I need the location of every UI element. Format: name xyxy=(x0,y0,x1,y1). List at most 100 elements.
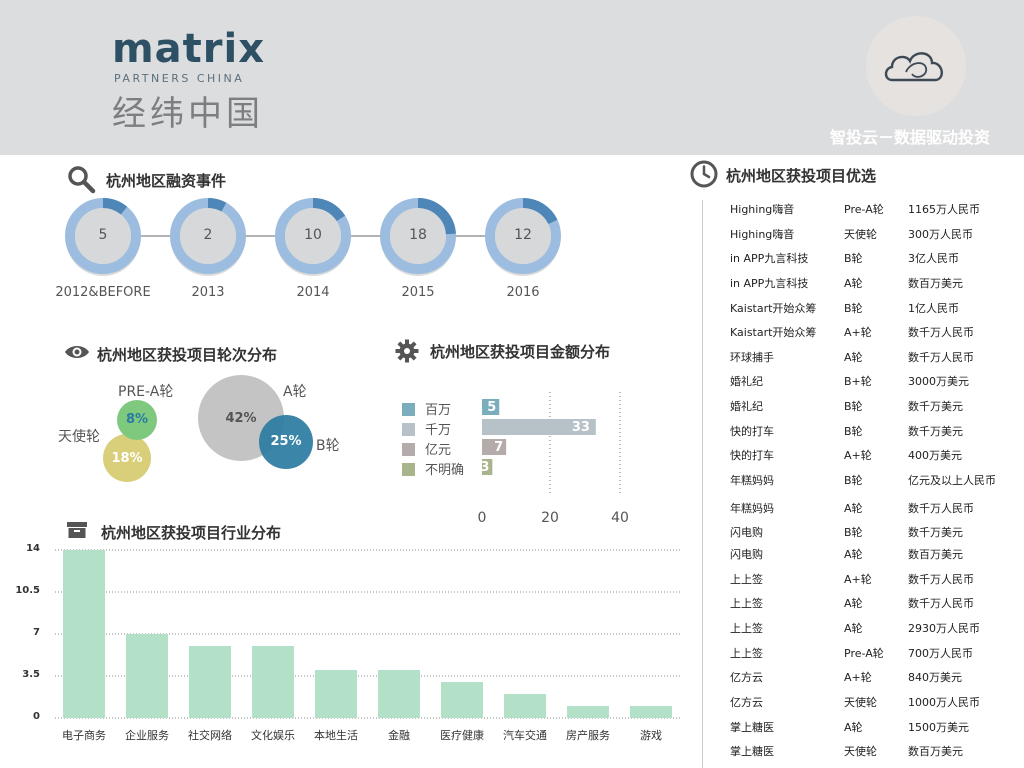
project-amount: 300万人民币 xyxy=(908,228,973,241)
project-row: 上上签 Pre-A轮 700万人民币 xyxy=(730,645,1010,665)
project-amount: 亿元及以上人民币 xyxy=(908,474,996,487)
project-round: A+轮 xyxy=(844,326,872,339)
gear-icon xyxy=(395,339,419,363)
rounds-title: 杭州地区获投项目轮次分布 xyxy=(97,346,278,364)
legend-swatch xyxy=(402,423,415,436)
project-round: A+轮 xyxy=(844,573,872,586)
project-amount: 840万美元 xyxy=(908,671,962,684)
project-row: 年糕妈妈 B轮 亿元及以上人民币 xyxy=(730,472,1010,492)
industry-tick-label: 14 xyxy=(26,543,40,554)
project-round: Pre-A轮 xyxy=(844,647,884,660)
events-title: 杭州地区融资事件 xyxy=(106,172,227,190)
project-name: Kaistart开始众筹 xyxy=(730,326,817,339)
industry-category-label: 汽车交通 xyxy=(503,729,547,742)
round-label-pre-a: PRE-A轮 xyxy=(118,384,174,400)
industry-category-label: 电子商务 xyxy=(62,729,106,742)
amount-value-label: 5 xyxy=(487,400,497,415)
project-name: 快的打车 xyxy=(730,425,774,438)
project-amount: 数千万人民币 xyxy=(908,326,974,339)
industry-bar xyxy=(378,670,420,718)
project-row: 上上签 A+轮 数千万人民币 xyxy=(730,571,1010,591)
industry-tick-label: 0 xyxy=(33,711,40,722)
project-name: 上上签 xyxy=(730,573,763,586)
project-name: 掌上糖医 xyxy=(730,721,774,734)
amount-tick-label: 20 xyxy=(541,510,559,526)
project-name: 婚礼纪 xyxy=(730,375,763,388)
industry-tick-label: 10.5 xyxy=(15,585,40,596)
industry-category-label: 金融 xyxy=(388,729,410,742)
project-amount: 700万人民币 xyxy=(908,647,973,660)
project-row: 掌上糖医 A轮 1500万美元 xyxy=(730,719,1010,739)
project-name: in APP九言科技 xyxy=(730,252,809,265)
project-row: Kaistart开始众筹 A+轮 数千万人民币 xyxy=(730,324,1010,344)
project-round: Pre-A轮 xyxy=(844,203,884,216)
round-pct-a: 42% xyxy=(225,411,257,426)
project-row: 快的打车 A+轮 400万美元 xyxy=(730,447,1010,467)
project-round: A轮 xyxy=(844,351,863,364)
project-round: A轮 xyxy=(844,548,863,561)
project-amount: 数千万美元 xyxy=(908,400,963,413)
industry-bar xyxy=(567,706,609,718)
amount-legend-item: 百万 xyxy=(402,399,451,418)
project-amount: 数千万美元 xyxy=(908,425,963,438)
project-row: in APP九言科技 B轮 3亿人民币 xyxy=(730,250,1010,270)
project-row: 上上签 A轮 2930万人民币 xyxy=(730,620,1010,640)
round-pct-pre-a: 8% xyxy=(125,412,149,427)
event-year-label: 2014 xyxy=(296,285,330,300)
legend-label: 不明确 xyxy=(425,463,465,478)
legend-label: 千万 xyxy=(425,423,452,438)
round-label-angel: 天使轮 xyxy=(58,429,100,445)
event-count: 2 xyxy=(203,227,213,243)
project-row: 掌上糖医 天使轮 数百万美元 xyxy=(730,743,1010,763)
project-amount: 1165万人民币 xyxy=(908,203,980,216)
industry-bar xyxy=(630,706,672,718)
project-name: in APP九言科技 xyxy=(730,277,809,290)
clock-icon xyxy=(690,160,718,188)
project-round: B轮 xyxy=(844,474,863,487)
project-round: A轮 xyxy=(844,502,863,515)
industry-category-label: 文化娱乐 xyxy=(251,729,295,742)
project-row: Kaistart开始众筹 B轮 1亿人民币 xyxy=(730,300,1010,320)
industry-category-label: 游戏 xyxy=(640,729,662,742)
project-name: 亿方云 xyxy=(730,671,763,684)
project-amount: 数百万美元 xyxy=(908,745,963,758)
header: matrix PARTNERS CHINA 经纬中国 智投云－数据驱动投资 xyxy=(0,0,1024,155)
project-name: Kaistart开始众筹 xyxy=(730,302,817,315)
amount-value-label: 3 xyxy=(480,460,490,475)
industry-bar xyxy=(504,694,546,718)
archive-icon xyxy=(67,522,87,538)
legend-label: 亿元 xyxy=(425,443,452,458)
project-row: 亿方云 天使轮 1000万人民币 xyxy=(730,694,1010,714)
project-round: B轮 xyxy=(844,252,863,265)
event-year-label: 2015 xyxy=(401,285,435,300)
project-row: 闪电购 A轮 数百万美元 xyxy=(730,546,1010,566)
amount-legend-item: 不明确 xyxy=(402,459,464,478)
industry-tick-label: 3.5 xyxy=(22,669,40,680)
project-name: 快的打车 xyxy=(730,449,774,462)
logo-main: matrix xyxy=(112,26,266,72)
project-row: 快的打车 B轮 数千万美元 xyxy=(730,423,1010,443)
industry-category-label: 房产服务 xyxy=(566,729,610,742)
project-row: 婚礼纪 B+轮 3000万美元 xyxy=(730,373,1010,393)
project-round: 天使轮 xyxy=(844,745,877,758)
project-row: 上上签 A轮 数千万人民币 xyxy=(730,595,1010,615)
industry-bar xyxy=(252,646,294,718)
industry-bar xyxy=(189,646,231,718)
project-name: 上上签 xyxy=(730,622,763,635)
event-count: 10 xyxy=(304,227,322,243)
cloud-logo xyxy=(866,16,966,116)
project-amount: 3亿人民币 xyxy=(908,252,959,265)
industry-category-label: 企业服务 xyxy=(125,729,169,742)
legend-swatch xyxy=(402,403,415,416)
event-year-label: 2012&BEFORE xyxy=(55,285,151,300)
cloud-logo-icon xyxy=(884,52,943,82)
event-year-label: 2013 xyxy=(191,285,225,300)
event-count: 12 xyxy=(514,227,532,243)
project-round: 天使轮 xyxy=(844,228,877,241)
project-amount: 数千万人民币 xyxy=(908,597,974,610)
project-name: 掌上糖医 xyxy=(730,745,774,758)
project-round: 天使轮 xyxy=(844,696,877,709)
industry-category-label: 本地生活 xyxy=(314,729,358,742)
project-round: A轮 xyxy=(844,597,863,610)
project-amount: 数百万美元 xyxy=(908,548,963,561)
